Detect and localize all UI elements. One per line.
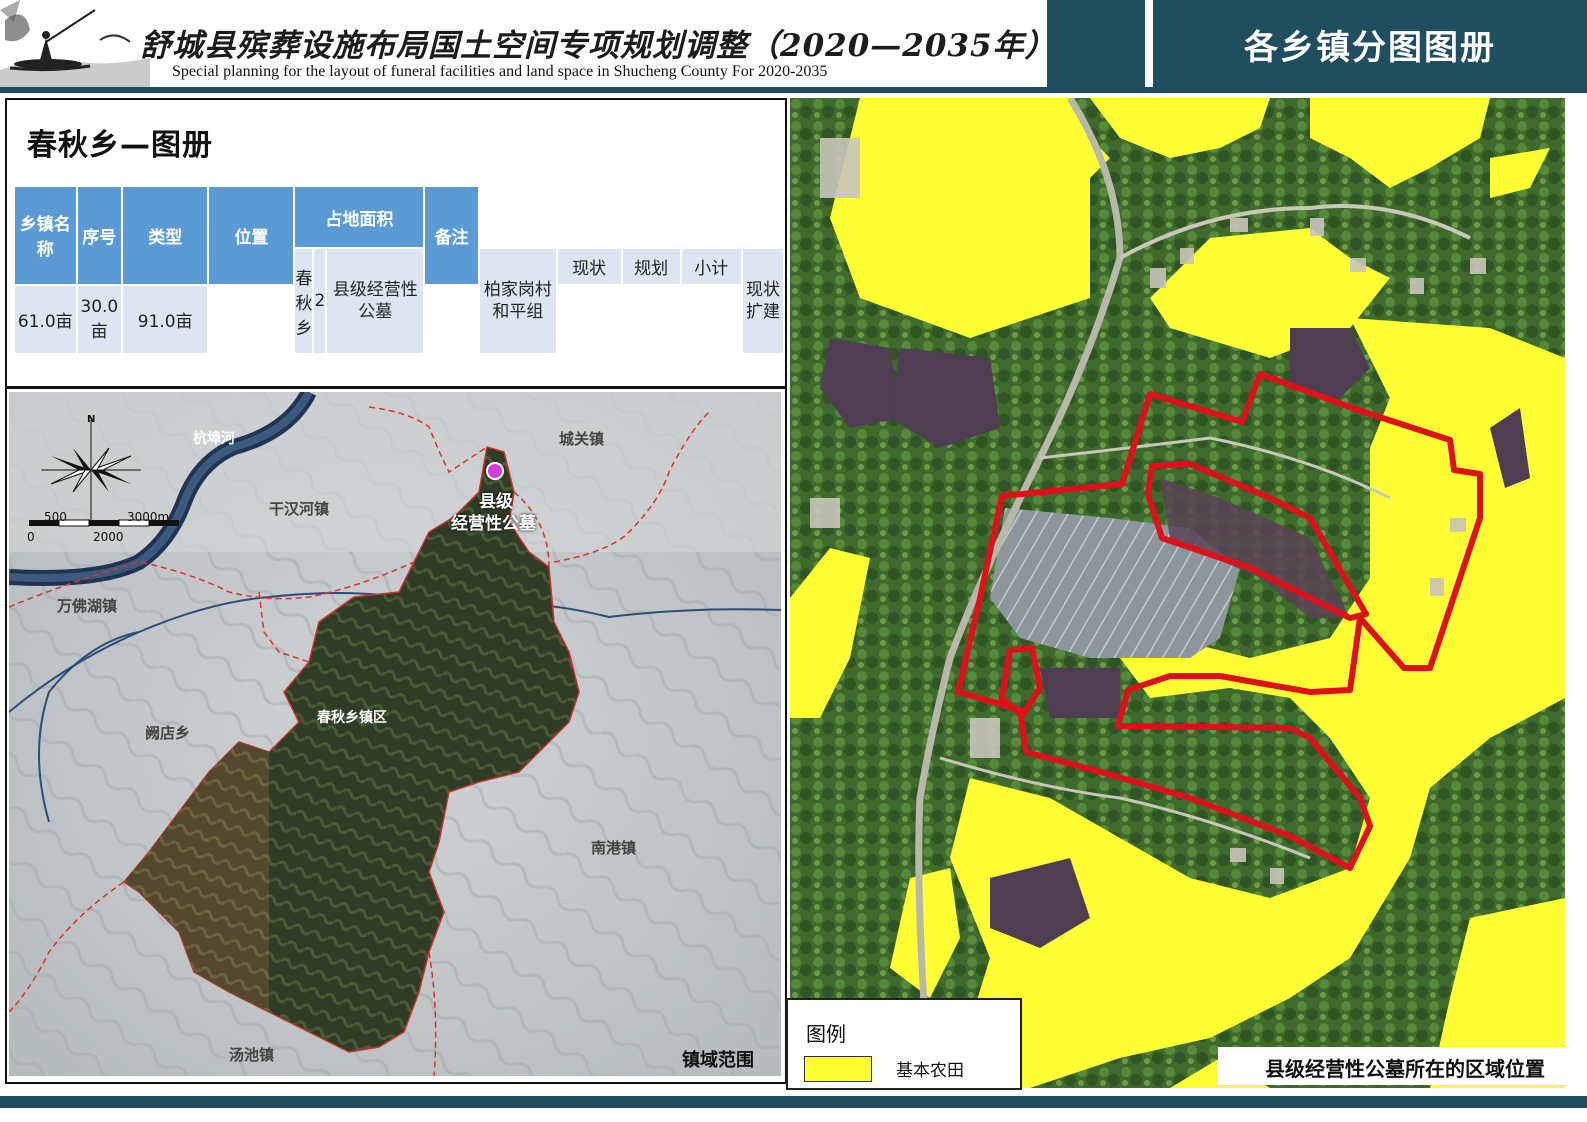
header-rule — [0, 87, 1587, 93]
footer-rule — [0, 1096, 1587, 1108]
scale-label-2000: 2000 — [93, 530, 124, 544]
township-overview-map: 杭埠河 城关镇 干汉河镇 万佛湖镇 阙店乡 春秋乡镇区 南港镇 汤池镇 县级 经… — [9, 392, 781, 1076]
detail-caption-box: 县级经营性公墓所在的区域位置 — [1218, 1047, 1567, 1085]
legend-title: 图例 — [806, 1022, 846, 1046]
header-accent-band — [1047, 0, 1145, 87]
label-chengguan: 城关镇 — [559, 430, 605, 448]
subhead-planned: 规划 — [622, 249, 680, 284]
header-right-block: 各乡镇分图图册 — [1153, 0, 1587, 87]
atlas-title: 各乡镇分图图册 — [1244, 28, 1496, 68]
detail-satellite-map — [790, 98, 1565, 1088]
header-banner: 舒城县殡葬设施布局国土空间专项规划调整（2020—2035年） Special … — [0, 0, 1043, 87]
cell-current: 61.0亩 — [15, 285, 76, 353]
subhead-subtotal: 小计 — [681, 249, 741, 284]
subhead-current: 现状 — [557, 249, 621, 284]
legend-farmland-label: 基本农田 — [896, 1061, 964, 1081]
label-nangang: 南港镇 — [591, 839, 637, 857]
scale-label-3000: 3000m — [127, 510, 170, 524]
cell-subtotal: 91.0亩 — [123, 285, 208, 353]
cemetery-info-table: 乡镇名称 序号 类型 位置 占地面积 备注 春秋乡 2 县级经营性公墓 柏家岗村… — [13, 185, 785, 355]
cell-type: 县级经营性公墓 — [327, 249, 424, 353]
label-site-line2: 经营性公墓 — [451, 514, 536, 534]
scale-label-0: 0 — [27, 530, 35, 544]
label-wanfohu: 万佛湖镇 — [57, 597, 118, 615]
header-gap — [1145, 0, 1153, 87]
col-seq: 序号 — [77, 187, 122, 284]
col-note: 备注 — [425, 187, 478, 284]
plan-title-en: Special planning for the layout of funer… — [172, 63, 828, 80]
label-ganhanhe: 干汉河镇 — [269, 500, 330, 518]
map-legend: 图例 基本农田 — [786, 998, 1022, 1090]
col-town: 乡镇名称 — [15, 187, 76, 284]
table-header-row: 乡镇名称 序号 类型 位置 占地面积 备注 — [15, 187, 783, 284]
cell-location-text: 柏家岗村和平组 — [483, 280, 552, 322]
left-panel: 春秋乡—图册 乡镇名称 序号 类型 位置 占地面积 备注 春秋乡 2 县级经营性… — [5, 98, 787, 1084]
col-type: 类型 — [123, 187, 208, 284]
detail-map-canvas — [790, 98, 1565, 1088]
left-divider — [7, 386, 785, 389]
label-tangchi: 汤池镇 — [229, 1046, 275, 1064]
scale-label-500: 500 — [44, 510, 67, 524]
section-title: 春秋乡—图册 — [27, 128, 213, 163]
label-chunqiu-town: 春秋乡镇区 — [317, 710, 387, 726]
overview-map-canvas — [9, 392, 781, 1076]
fisherman-logo-icon — [0, 0, 150, 87]
overview-caption: 镇域范围 — [682, 1050, 754, 1071]
plan-title-cn: 舒城县殡葬设施布局国土空间专项规划调整（2020—2035年） — [140, 28, 1043, 64]
cell-note: 现状扩建 — [743, 249, 783, 353]
cell-note-text: 现状扩建 — [746, 280, 780, 322]
detail-caption: 县级经营性公墓所在的区域位置 — [1265, 1057, 1545, 1081]
label-queidian: 阙店乡 — [145, 724, 191, 742]
col-area: 占地面积 — [295, 187, 424, 247]
legend-farmland-swatch — [804, 1056, 872, 1082]
cell-location: 柏家岗村和平组 — [479, 249, 556, 353]
cell-town: 春秋乡 — [295, 249, 313, 353]
compass-north-label: N — [87, 414, 96, 425]
cemetery-site-marker — [486, 462, 504, 480]
label-hangbu-river: 杭埠河 — [193, 431, 235, 447]
cell-type-text: 县级经营性公墓 — [332, 280, 418, 322]
col-location: 位置 — [209, 187, 294, 284]
cell-seq: 2 — [314, 249, 326, 353]
cell-planned: 30.0亩 — [77, 285, 122, 353]
